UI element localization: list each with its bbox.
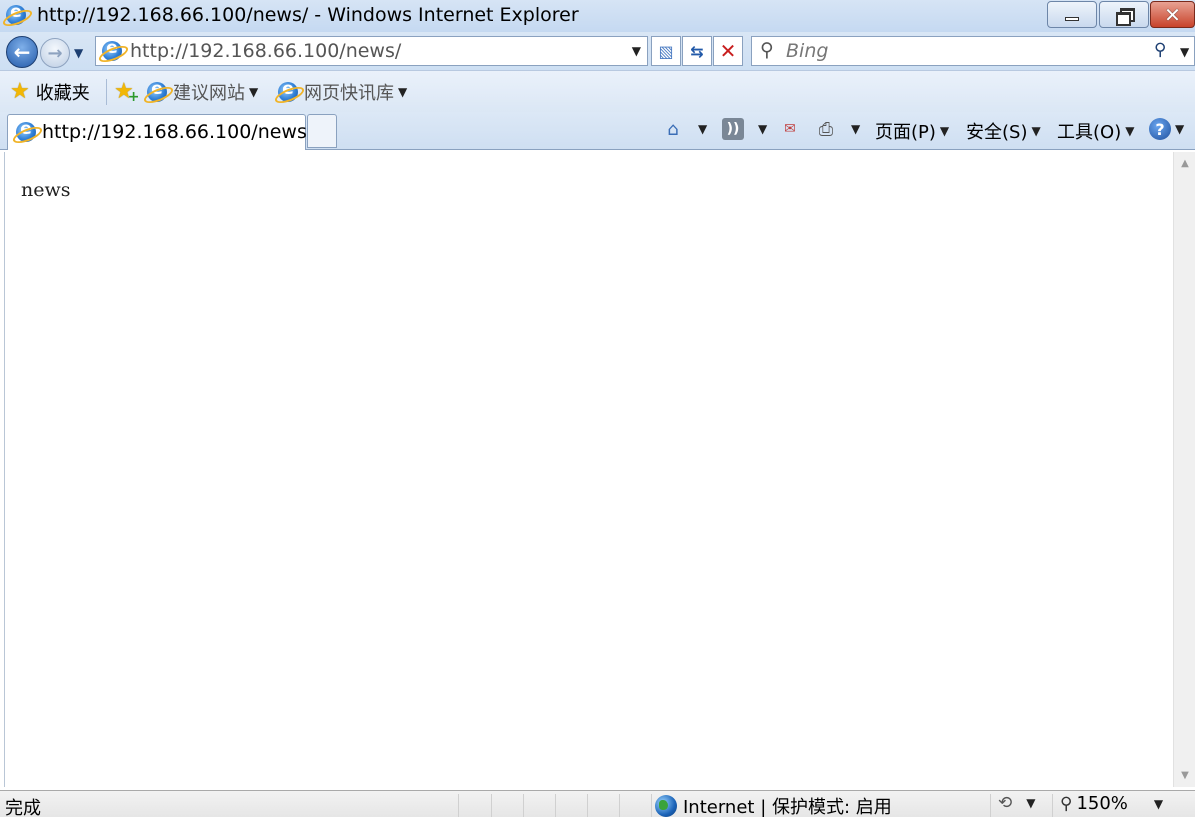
stop-icon: ✕ [719,39,737,63]
chevron-down-icon: ▼ [1175,122,1185,136]
zoom-control[interactable]: ⚲ 150% ▼ [1060,793,1163,814]
print-button[interactable]: ⎙ ▼ [815,118,860,140]
recent-pages-dropdown[interactable]: ▼ [74,46,83,60]
feeds-dropdown-icon[interactable]: ▼ [758,122,767,136]
status-bar: 完成 Internet | 保护模式: 启用 ⟲ ▼ ⚲ 150% ▼ [0,790,1195,817]
zoom-icon: ⚲ [1060,793,1073,814]
help-icon: ? [1149,118,1171,140]
safety-menu[interactable]: 安全(S) ▼ [966,118,1041,144]
page-menu[interactable]: 页面(P) ▼ [875,118,949,144]
tab-page-icon [16,119,36,142]
tools-menu-label: 工具(O) [1057,122,1122,143]
address-bar[interactable]: http://192.168.66.100/news/ ▼ [95,36,648,66]
security-zone[interactable]: Internet | 保护模式: 启用 [655,793,892,817]
restore-button[interactable] [1099,1,1149,28]
search-options-dropdown[interactable]: ▼ [1180,45,1189,59]
security-zone-label: Internet | 保护模式: 启用 [683,797,892,817]
add-to-favorites-bar-button[interactable]: ★ + [114,79,140,106]
feeds-button[interactable]: )) ▼ [722,118,767,140]
suggested-sites-label: 建议网站 [173,83,245,104]
search-box[interactable]: ⚲ Bing ⚲ ▼ [751,36,1195,66]
status-text: 完成 [5,798,41,817]
tab-bar: http://192.168.66.100/news/ ⌂ ▼ )) ▼ ✉ ⎙… [0,112,1195,150]
suggested-sites-link[interactable]: 建议网站 ▼ [147,79,258,105]
window-title: http://192.168.66.100/news/ - Windows In… [37,4,579,26]
favorites-divider [106,79,107,105]
home-icon: ⌂ [667,118,679,140]
address-input[interactable]: http://192.168.66.100/news/ [130,40,401,62]
safety-menu-label: 安全(S) [966,122,1028,143]
back-button[interactable]: ← [6,36,38,68]
status-divider [619,794,620,817]
page-body-text: news [21,179,71,201]
favorites-button[interactable]: ★ 收藏夹 [10,79,90,105]
vertical-scrollbar[interactable]: ▲ ▼ [1173,152,1195,787]
forward-button[interactable]: → [40,38,70,68]
page-menu-label: 页面(P) [875,122,936,143]
close-icon: ✕ [1164,2,1181,27]
mail-icon: ✉ [784,121,796,137]
refresh-icon: ⇆ [690,41,704,61]
web-slice-gallery-label: 网页快讯库 [304,83,394,104]
status-divider [523,794,524,817]
web-slice-gallery-link[interactable]: 网页快讯库 ▼ [278,79,407,105]
stop-button[interactable]: ✕ [713,36,743,66]
minimize-icon [1065,16,1079,21]
print-dropdown-icon[interactable]: ▼ [851,122,860,136]
back-icon: ← [13,40,31,64]
ie-page-icon [147,79,167,102]
status-divider [990,794,991,817]
scroll-up-icon[interactable]: ▲ [1174,158,1195,169]
scroll-down-icon[interactable]: ▼ [1174,770,1195,781]
status-divider [651,794,652,817]
page-icon [102,38,122,61]
accessibility-button[interactable]: ⟲ ▼ [998,793,1035,813]
navigation-bar: ← → ▼ http://192.168.66.100/news/ ▼ ▧ ⇆ … [0,32,1195,70]
compat-view-icon: ▧ [658,41,674,61]
search-input[interactable]: Bing [786,40,828,62]
chevron-down-icon: ▼ [249,85,259,99]
favorites-star-icon: ★ [10,79,30,104]
read-mail-button[interactable]: ✉ [779,118,801,140]
restore-icon [1116,7,1135,26]
new-tab-button[interactable] [307,114,337,148]
status-divider [458,794,459,817]
ie-logo-icon [6,2,26,25]
help-menu[interactable]: ? ▼ [1149,118,1184,140]
tools-menu[interactable]: 工具(O) ▼ [1057,118,1134,144]
tab-label: http://192.168.66.100/news/ [42,121,314,143]
accessibility-dropdown-icon[interactable]: ▼ [1026,796,1035,810]
rss-feed-icon: )) [722,118,744,140]
status-divider [491,794,492,817]
tab-current[interactable]: http://192.168.66.100/news/ [7,114,313,150]
status-divider [587,794,588,817]
add-plus-icon: + [127,89,140,105]
page-content: news [4,152,1173,787]
refresh-button[interactable]: ⇆ [682,36,712,66]
chevron-down-icon: ▼ [939,124,950,138]
printer-icon: ⎙ [818,118,834,140]
zoom-dropdown-icon[interactable]: ▼ [1154,797,1163,811]
wheel-icon: ⟲ [998,793,1013,813]
chevron-down-icon: ▼ [398,85,408,99]
search-icon[interactable]: ⚲ [1154,40,1166,60]
chevron-down-icon: ▼ [1125,124,1135,138]
forward-icon: → [47,42,63,64]
search-provider-icon: ⚲ [760,39,774,61]
minimize-button[interactable] [1047,1,1097,28]
home-button[interactable]: ⌂ ▼ [662,118,707,140]
home-dropdown-icon[interactable]: ▼ [698,122,707,136]
ie-page-icon [278,79,298,102]
favorites-bar: ★ 收藏夹 ★ + 建议网站 ▼ 网页快讯库 ▼ [0,70,1195,112]
title-bar: http://192.168.66.100/news/ - Windows In… [0,0,1195,32]
favorites-label: 收藏夹 [35,83,90,104]
status-divider [1052,794,1053,817]
globe-icon [655,795,677,817]
address-dropdown[interactable]: ▼ [632,44,641,58]
status-divider [555,794,556,817]
compatibility-view-button[interactable]: ▧ [651,36,681,66]
zoom-level: 150% [1076,793,1128,814]
chevron-down-icon: ▼ [1031,124,1041,138]
close-button[interactable]: ✕ [1150,1,1195,28]
